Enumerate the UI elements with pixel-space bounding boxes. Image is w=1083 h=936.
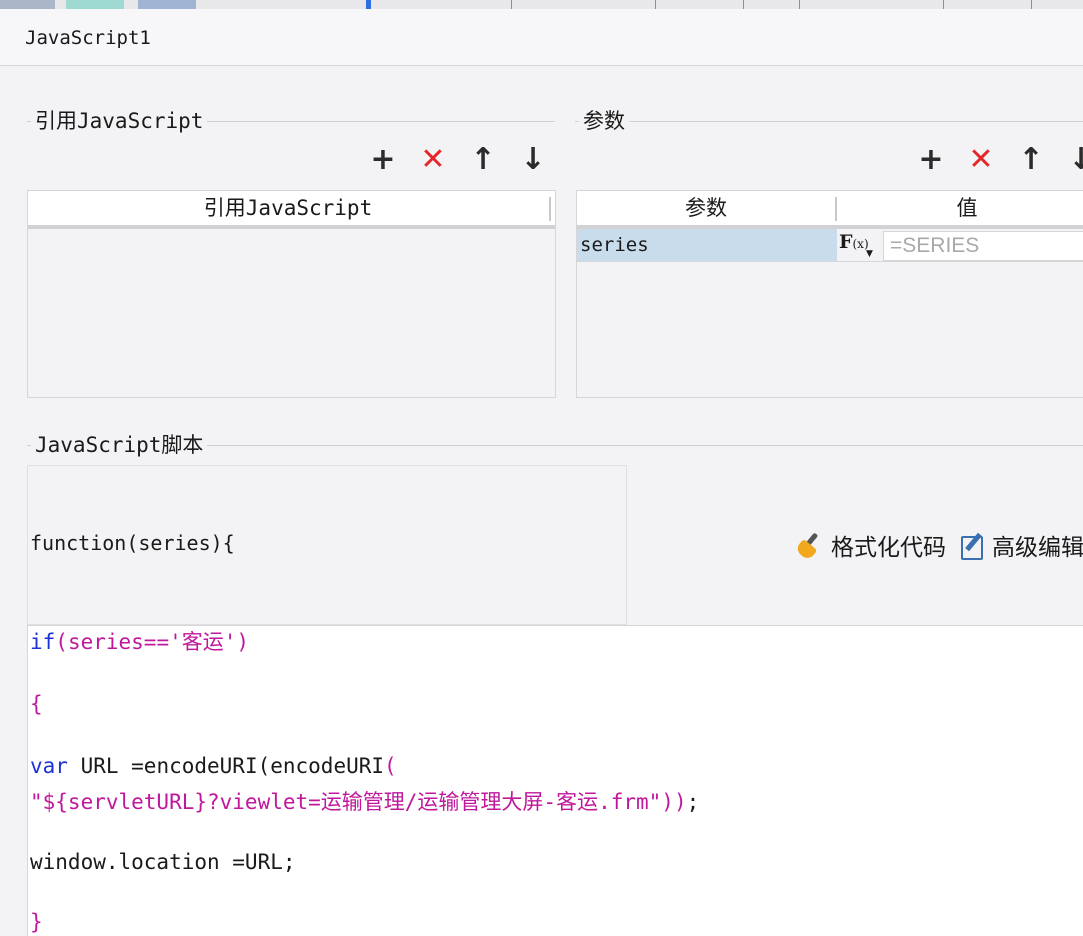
tab-strip[interactable]	[0, 0, 1083, 9]
code-line: }	[30, 910, 43, 934]
broom-icon	[794, 531, 823, 562]
code-line: {	[30, 692, 43, 716]
script-group: JavaScript脚本	[27, 432, 1083, 458]
format-code-button[interactable]: 格式化代码	[794, 528, 946, 562]
imports-delete-button[interactable]: ✕	[418, 145, 448, 175]
code-line: window.location =URL;	[30, 850, 296, 874]
params-legend: 参数	[579, 108, 629, 134]
imports-move-up-button[interactable]: ↑	[468, 145, 498, 175]
table-row[interactable]: series F(x) ▼ =SERIES	[577, 229, 1083, 262]
param-value-input[interactable]: =SERIES	[883, 231, 1083, 261]
imports-legend: 引用JavaScript	[31, 108, 208, 134]
param-name-cell[interactable]: series	[577, 229, 837, 261]
params-table[interactable]: 参数 值 series F(x) ▼ =SERIES	[576, 190, 1083, 398]
code-line: "${servletURL}?viewlet=运输管理/运输管理大屏-客运.fr…	[30, 790, 700, 814]
imports-toolbar: + ✕ ↑ ↓	[368, 145, 548, 175]
function-header: function(series){	[27, 465, 627, 625]
imports-list[interactable]: 引用JavaScript	[27, 190, 556, 398]
imports-move-down-button[interactable]: ↓	[518, 145, 548, 175]
formula-fx-icon[interactable]: F(x) ▼	[839, 229, 879, 261]
params-add-button[interactable]: +	[916, 145, 946, 175]
advanced-edit-button[interactable]: 高级编辑	[960, 528, 1083, 562]
params-table-header: 参数 值	[577, 191, 1083, 229]
params-column-name[interactable]: 参数	[577, 191, 835, 225]
params-move-down-button[interactable]: ↓	[1066, 145, 1083, 175]
title-bar: JavaScript1	[0, 9, 1083, 66]
window-title: JavaScript1	[25, 27, 151, 49]
imports-list-header: 引用JavaScript	[28, 191, 555, 229]
params-group: 参数	[575, 108, 1083, 134]
imports-column-header[interactable]: 引用JavaScript	[28, 191, 548, 225]
function-signature: function(series){	[30, 531, 235, 555]
imports-group: 引用JavaScript	[27, 108, 555, 134]
code-line: var URL =encodeURI(encodeURI(	[30, 754, 397, 778]
params-move-up-button[interactable]: ↑	[1016, 145, 1046, 175]
params-column-value[interactable]: 值	[837, 191, 1083, 225]
code-line: if(series=='客运')	[30, 630, 250, 654]
format-code-label: 格式化代码	[831, 535, 946, 561]
script-legend: JavaScript脚本	[31, 432, 208, 458]
params-delete-button[interactable]: ✕	[966, 145, 996, 175]
imports-add-button[interactable]: +	[368, 145, 398, 175]
params-toolbar: + ✕ ↑ ↓	[916, 145, 1083, 175]
advanced-edit-label: 高级编辑	[992, 535, 1083, 561]
script-actions: 格式化代码 高级编辑	[794, 528, 1083, 562]
code-editor[interactable]: if(series=='客运') { var URL =encodeURI(en…	[27, 625, 1083, 936]
edit-icon	[960, 532, 986, 560]
